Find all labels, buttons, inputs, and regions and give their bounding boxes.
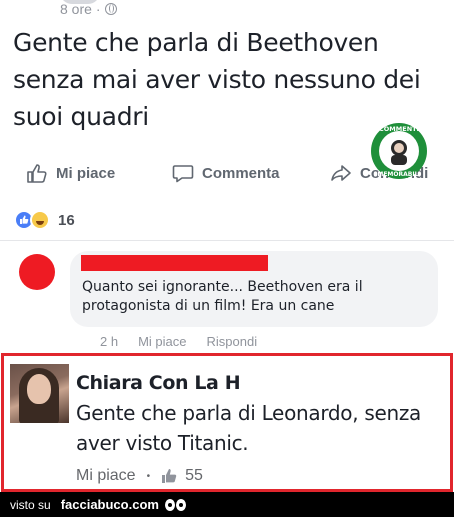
comment-reply-link[interactable]: Rispondi — [207, 334, 258, 349]
haha-reaction-icon — [30, 210, 50, 230]
meta-separator: · — [95, 1, 101, 17]
avatar-face — [27, 374, 51, 404]
reply-likes-count[interactable]: 55 — [185, 467, 203, 485]
share-icon — [331, 165, 351, 181]
highlighted-reply: Chiara Con La H Gente che parla di Leona… — [1, 353, 453, 492]
logo-text-bottom: MEMORABILI — [377, 171, 420, 178]
reaction-count: 16 — [58, 211, 75, 229]
like-button[interactable]: Mi piace — [26, 162, 115, 184]
commenti-memorabili-logo: COMMENTI MEMORABILI — [371, 123, 427, 179]
divider — [0, 240, 454, 241]
post-text: Gente che parla di Beethoven senza mai a… — [13, 28, 421, 131]
reply-meta: Mi piace • 55 — [76, 467, 203, 485]
reactions-summary[interactable]: 16 — [14, 210, 75, 230]
reply-like-link[interactable]: Mi piace — [76, 467, 136, 485]
comment-author-avatar[interactable] — [19, 254, 55, 290]
comment-button[interactable]: Commenta — [172, 162, 280, 184]
reply-author-name[interactable]: Chiara Con La H — [76, 372, 241, 394]
post-meta: 8 ore · — [60, 0, 117, 18]
reply-text: Gente che parla di Leonardo, senza aver … — [76, 401, 422, 455]
like-label: Mi piace — [56, 164, 116, 182]
comment-meta: 2 h Mi piace Rispondi — [100, 334, 257, 349]
globe-icon — [104, 3, 117, 15]
footer-prefix: visto su — [10, 497, 51, 512]
thumbs-up-icon — [27, 164, 47, 183]
comment-like-link[interactable]: Mi piace — [138, 334, 186, 349]
post-time[interactable]: 8 ore — [60, 1, 92, 17]
logo-text-top: COMMENTI — [379, 125, 419, 133]
comment-icon — [172, 165, 194, 183]
footer-brand: facciabuco.com — [60, 497, 159, 512]
thumbs-up-icon — [162, 469, 177, 483]
meta-separator: • — [146, 470, 151, 482]
comment-time[interactable]: 2 h — [100, 334, 118, 349]
redacted-author-name — [81, 255, 268, 271]
eyes-icon — [164, 498, 186, 511]
watermark-footer: visto su facciabuco.com — [0, 492, 454, 517]
reply-author-avatar[interactable] — [10, 364, 69, 423]
comment-label: Commenta — [202, 164, 280, 182]
comment-text: Quanto sei ignorante... Beethoven era il… — [82, 279, 363, 314]
